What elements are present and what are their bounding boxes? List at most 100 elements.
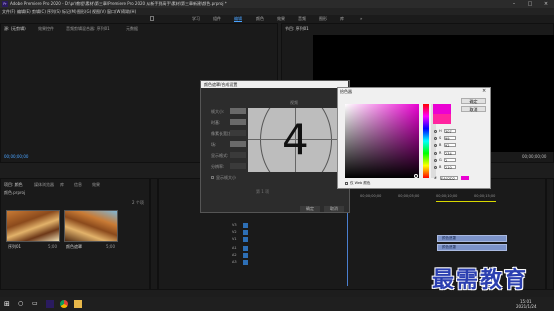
track-label-a1: A1: [232, 246, 237, 250]
tab-source[interactable]: 源: (无剪辑): [4, 26, 26, 32]
field-r[interactable]: 234: [444, 151, 456, 156]
track-toggle-a2[interactable]: [243, 253, 248, 258]
tab-effect-controls[interactable]: 效果控件: [38, 26, 54, 32]
workspace-libraries[interactable]: 库: [340, 16, 344, 22]
matte-row-label-5: 分辨率:: [211, 164, 225, 169]
tab-project[interactable]: 项目: 颜色: [4, 182, 23, 188]
clip-label-2: 颜色遮罩: [442, 245, 456, 249]
field-b2[interactable]: 210: [444, 165, 456, 170]
matte-field-0[interactable]: [230, 108, 246, 114]
premiere-icon[interactable]: [46, 300, 54, 308]
tab-effects[interactable]: 效果: [92, 182, 100, 188]
matte-row-label-4: 显示格式:: [211, 153, 229, 158]
matte-field-1[interactable]: [230, 119, 246, 125]
tab-info[interactable]: 信息: [74, 182, 82, 188]
tab-media-browser[interactable]: 媒体浏览器: [34, 182, 54, 188]
radio-g[interactable]: [434, 159, 437, 162]
premiere-icon: Pr: [2, 1, 8, 7]
radio-s[interactable]: [434, 137, 437, 140]
color-picker-title: 拾色器: [340, 89, 352, 94]
track-label-v2: V2: [232, 230, 237, 234]
minimize-icon[interactable]: –: [506, 0, 522, 8]
field-g[interactable]: 2: [444, 158, 456, 163]
windows-icon[interactable]: ⊞: [4, 300, 12, 308]
track-toggle-v2[interactable]: [243, 230, 248, 235]
show-frame-size-label: 显示帧大小: [216, 175, 236, 180]
maximize-icon[interactable]: □: [522, 0, 538, 8]
track-label-v1: V1: [232, 237, 237, 241]
label-h: H: [439, 129, 442, 133]
matte-field-5[interactable]: [230, 163, 246, 169]
timeline-tick-0: 00;00;00;00: [360, 194, 382, 198]
radio-h[interactable]: [434, 130, 437, 133]
countdown-digit: 4: [282, 115, 309, 164]
saturation-brightness-field[interactable]: [345, 104, 419, 178]
radio-b2[interactable]: [434, 166, 437, 169]
color-picker-close-icon[interactable]: ×: [482, 88, 486, 95]
web-colors-label: 仅 Web 颜色: [350, 181, 371, 185]
program-timecode: 00;00;00;00: [522, 154, 547, 159]
color-field-cursor-icon[interactable]: [414, 174, 418, 178]
original-color-swatch: [433, 114, 451, 124]
workspace-overflow-icon[interactable]: »: [360, 16, 362, 21]
timeline-tick-2: 00;00;10;00: [436, 194, 458, 198]
color-picker-ok-button[interactable]: 确定: [461, 98, 486, 104]
tab-audio-mixer[interactable]: 音频剪辑混合器: 序列01: [66, 26, 110, 32]
tab-metadata[interactable]: 元数据: [126, 26, 138, 32]
label-hex: #: [434, 176, 437, 180]
show-frame-size-checkbox[interactable]: [211, 176, 214, 179]
source-timecode: 00;00;00;00: [4, 154, 29, 159]
workspace-assembly[interactable]: 组件: [213, 16, 221, 22]
label-s: S: [439, 136, 442, 140]
search-icon[interactable]: ○: [18, 300, 26, 308]
track-toggle-v3[interactable]: [243, 223, 248, 228]
chrome-icon[interactable]: [60, 300, 68, 308]
thumbnail-sequence[interactable]: [6, 210, 60, 242]
folder-icon[interactable]: [74, 300, 82, 308]
matte-field-4[interactable]: [230, 152, 246, 158]
field-b[interactable]: 92: [444, 143, 456, 148]
workspace-learning[interactable]: 学习: [192, 16, 200, 22]
field-h[interactable]: 307: [444, 129, 456, 134]
matte-field-3[interactable]: [230, 141, 246, 147]
matte-ok-button[interactable]: 确定: [300, 206, 320, 212]
label-g: G: [439, 158, 442, 162]
item-duration-sequence: 5;00: [48, 244, 57, 249]
track-toggle-v1[interactable]: [243, 237, 248, 242]
hue-slider[interactable]: [423, 104, 429, 178]
close-icon[interactable]: ×: [538, 0, 554, 8]
radio-b[interactable]: [434, 144, 437, 147]
home-icon[interactable]: [150, 16, 154, 21]
matte-field-2[interactable]: [230, 130, 246, 136]
matte-row-label-1: 时基:: [211, 120, 221, 125]
field-hex[interactable]: EA02D2: [440, 176, 458, 181]
workspace-editing[interactable]: 编辑: [234, 16, 242, 22]
label-b: B: [439, 143, 442, 147]
item-duration-matte: 5;00: [106, 244, 115, 249]
workspace-color[interactable]: 颜色: [256, 16, 264, 22]
tab-libraries[interactable]: 库: [60, 182, 64, 188]
thumbnail-matte[interactable]: [64, 210, 118, 242]
color-picker-cancel-button[interactable]: 取消: [461, 106, 486, 112]
label-b2: B: [439, 165, 442, 169]
track-toggle-a1[interactable]: [243, 246, 248, 251]
window-title: Adobe Premiere Pro 2020 - D:\pr\教程\素材\第三…: [10, 1, 227, 6]
tab-program[interactable]: 节目: 序列01: [285, 26, 309, 32]
matte-row-label-3: 场:: [211, 142, 217, 147]
taskview-icon[interactable]: ▭: [32, 300, 40, 308]
workspace-audio[interactable]: 音频: [298, 16, 306, 22]
matte-cancel-button[interactable]: 取消: [324, 206, 344, 212]
radio-r[interactable]: [434, 152, 437, 155]
web-colors-checkbox[interactable]: [345, 182, 348, 185]
tools-panel: [150, 178, 158, 290]
workspace-effects[interactable]: 效果: [277, 16, 285, 22]
item-name-matte: 颜色遮罩: [66, 244, 82, 249]
work-area-bar[interactable]: [436, 201, 496, 202]
matte-dropdown[interactable]: 第 1 项: [256, 189, 269, 195]
workspace-graphics[interactable]: 图形: [319, 16, 327, 22]
audio-meters: [546, 178, 554, 290]
field-s[interactable]: 99: [444, 136, 456, 141]
track-toggle-a3[interactable]: [243, 260, 248, 265]
track-label-v3: V3: [232, 223, 237, 227]
track-label-a2: A2: [232, 253, 237, 257]
